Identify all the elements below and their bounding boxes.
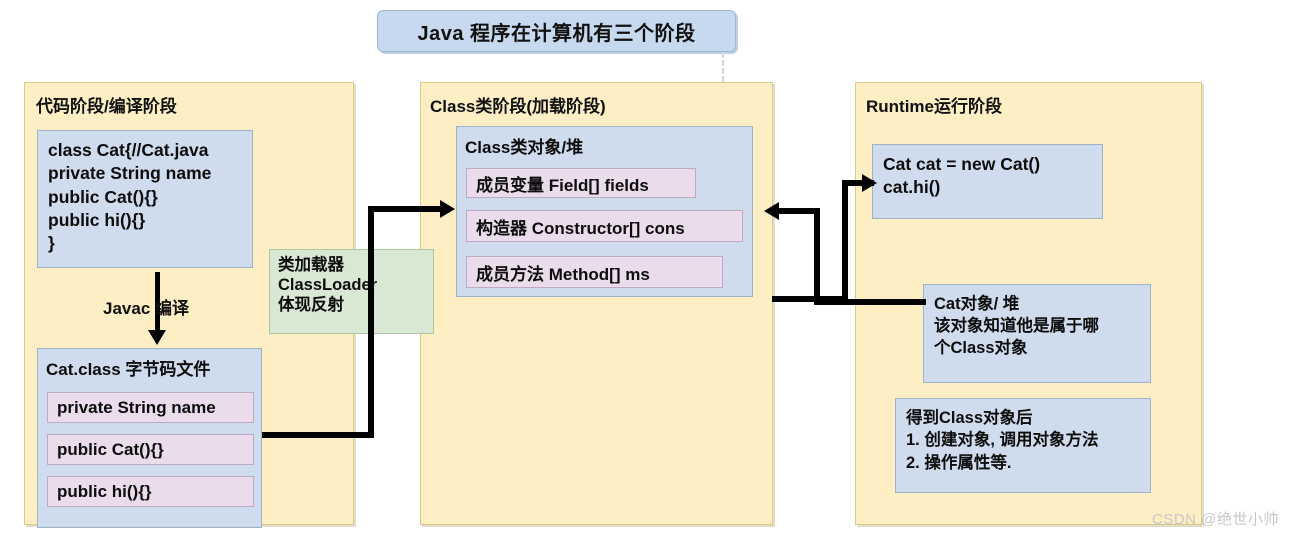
bytecode-member-method: public hi(){} (47, 476, 254, 507)
backref-wire-vertical (814, 208, 820, 305)
stage-title-compile: 代码阶段/编译阶段 (36, 97, 177, 116)
class-member-methods: 成员方法 Method[] ms (466, 256, 723, 288)
source-code-block: class Cat{//Cat.java private String name… (37, 130, 253, 268)
runtime-arrow-head-into-code (862, 174, 877, 192)
javac-compile-label: Javac 编译 (103, 299, 189, 318)
class-member-fields: 成员变量 Field[] fields (466, 168, 696, 198)
title-connector-dashed-line (722, 52, 724, 82)
class-object-title: Class类对象/堆 (465, 138, 584, 157)
stage-title-runtime: Runtime运行阶段 (866, 97, 1002, 116)
diagram-canvas: Java 程序在计算机有三个阶段 代码阶段/编译阶段 class Cat{//C… (0, 0, 1306, 538)
bytecode-member-field: private String name (47, 392, 254, 423)
class-member-constructors: 构造器 Constructor[] cons (466, 210, 743, 242)
loader-wire-segment-horizontal-bottom (262, 432, 374, 438)
loader-wire-segment-vertical (368, 206, 374, 438)
backref-wire-horizontal-lower (814, 299, 926, 305)
diagram-title: Java 程序在计算机有三个阶段 (377, 10, 736, 52)
classloader-box: 类加载器 ClassLoader 体现反射 (269, 249, 434, 334)
loader-wire-segment-horizontal-top (368, 206, 444, 212)
bytecode-file-title: Cat.class 字节码文件 (46, 360, 211, 379)
loader-arrow-head-into-class (440, 200, 455, 218)
runtime-code-block: Cat cat = new Cat() cat.hi() (872, 144, 1103, 219)
reflection-usage-note-box: 得到Class对象后 1. 创建对象, 调用对象方法 2. 操作属性等. (895, 398, 1151, 493)
watermark-label: CSDN @绝世小帅 (1152, 511, 1279, 528)
cat-object-note-box: Cat对象/ 堆 该对象知道他是属于哪 个Class对象 (923, 284, 1151, 383)
javac-arrow-head (148, 330, 166, 345)
stage-title-class: Class类阶段(加载阶段) (430, 97, 606, 116)
bytecode-member-constructor: public Cat(){} (47, 434, 254, 465)
runtime-wire-new-vertical (842, 180, 848, 302)
backref-arrow-head-into-class (764, 202, 779, 220)
